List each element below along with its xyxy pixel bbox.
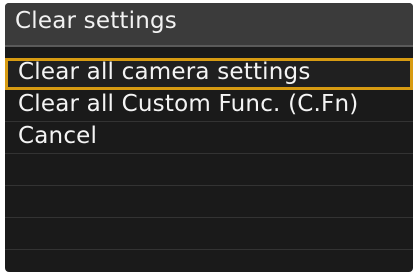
empty-menu-row: [5, 250, 413, 272]
menu-item-cancel[interactable]: Cancel: [5, 122, 413, 154]
menu-item-clear-all-camera-settings[interactable]: Clear all camera settings: [5, 58, 413, 90]
empty-menu-row: [5, 218, 413, 250]
empty-menu-row: [5, 154, 413, 186]
camera-menu-screen: Clear settings Clear all camera settings…: [5, 3, 413, 272]
menu-item-clear-all-custom-functions[interactable]: Clear all Custom Func. (C.Fn): [5, 90, 413, 122]
menu-title-bar: Clear settings: [5, 3, 413, 47]
menu-item-label: Clear all Custom Func. (C.Fn): [18, 91, 359, 117]
menu-item-label: Clear all camera settings: [18, 59, 311, 85]
menu-title: Clear settings: [15, 8, 177, 34]
empty-menu-row: [5, 186, 413, 218]
menu-item-label: Cancel: [18, 123, 98, 149]
